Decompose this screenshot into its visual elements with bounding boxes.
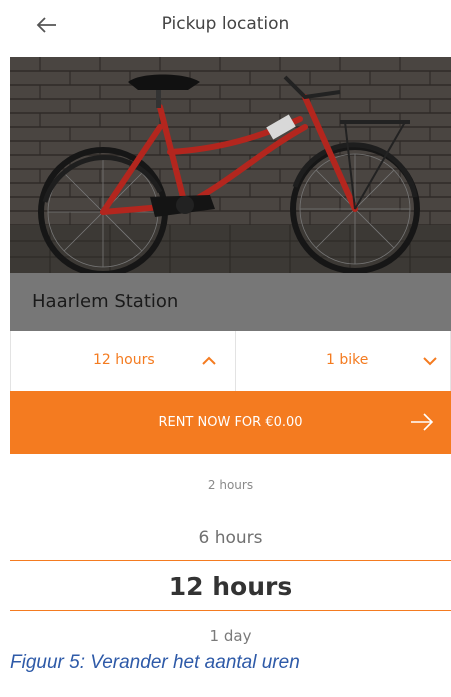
location-name: Haarlem Station — [32, 291, 179, 312]
picker-option[interactable]: 1 day — [10, 627, 451, 645]
bike-count-selector[interactable]: 1 bike — [236, 331, 451, 391]
bike-count-value: 1 bike — [326, 352, 369, 368]
duration-value: 12 hours — [93, 352, 155, 368]
rent-now-button[interactable]: RENT NOW FOR €0.00 — [10, 391, 451, 454]
rent-now-label: RENT NOW FOR €0.00 — [158, 415, 303, 430]
bike-image — [10, 57, 451, 273]
picker-option-selected[interactable]: 12 hours — [10, 572, 451, 601]
figure-caption: Figuur 5: Verander het aantal uren — [10, 652, 300, 673]
location-bar: Haarlem Station — [10, 273, 451, 331]
chevron-down-icon — [423, 357, 437, 366]
arrow-right-icon — [411, 413, 434, 431]
bike-photo: Haarlem Station — [10, 57, 451, 331]
page-title: Pickup location — [161, 14, 290, 34]
duration-picker[interactable]: 2 hours 6 hours 12 hours 1 day — [10, 454, 451, 654]
chevron-up-icon — [202, 356, 216, 365]
rental-options: 12 hours 1 bike — [10, 331, 451, 391]
picker-option[interactable]: 6 hours — [10, 528, 451, 548]
app-header: Pickup location — [0, 0, 451, 50]
picker-selection-line-top — [10, 560, 451, 561]
duration-selector[interactable]: 12 hours — [11, 331, 236, 391]
picker-selection-line-bottom — [10, 610, 451, 611]
picker-option[interactable]: 2 hours — [10, 478, 451, 492]
